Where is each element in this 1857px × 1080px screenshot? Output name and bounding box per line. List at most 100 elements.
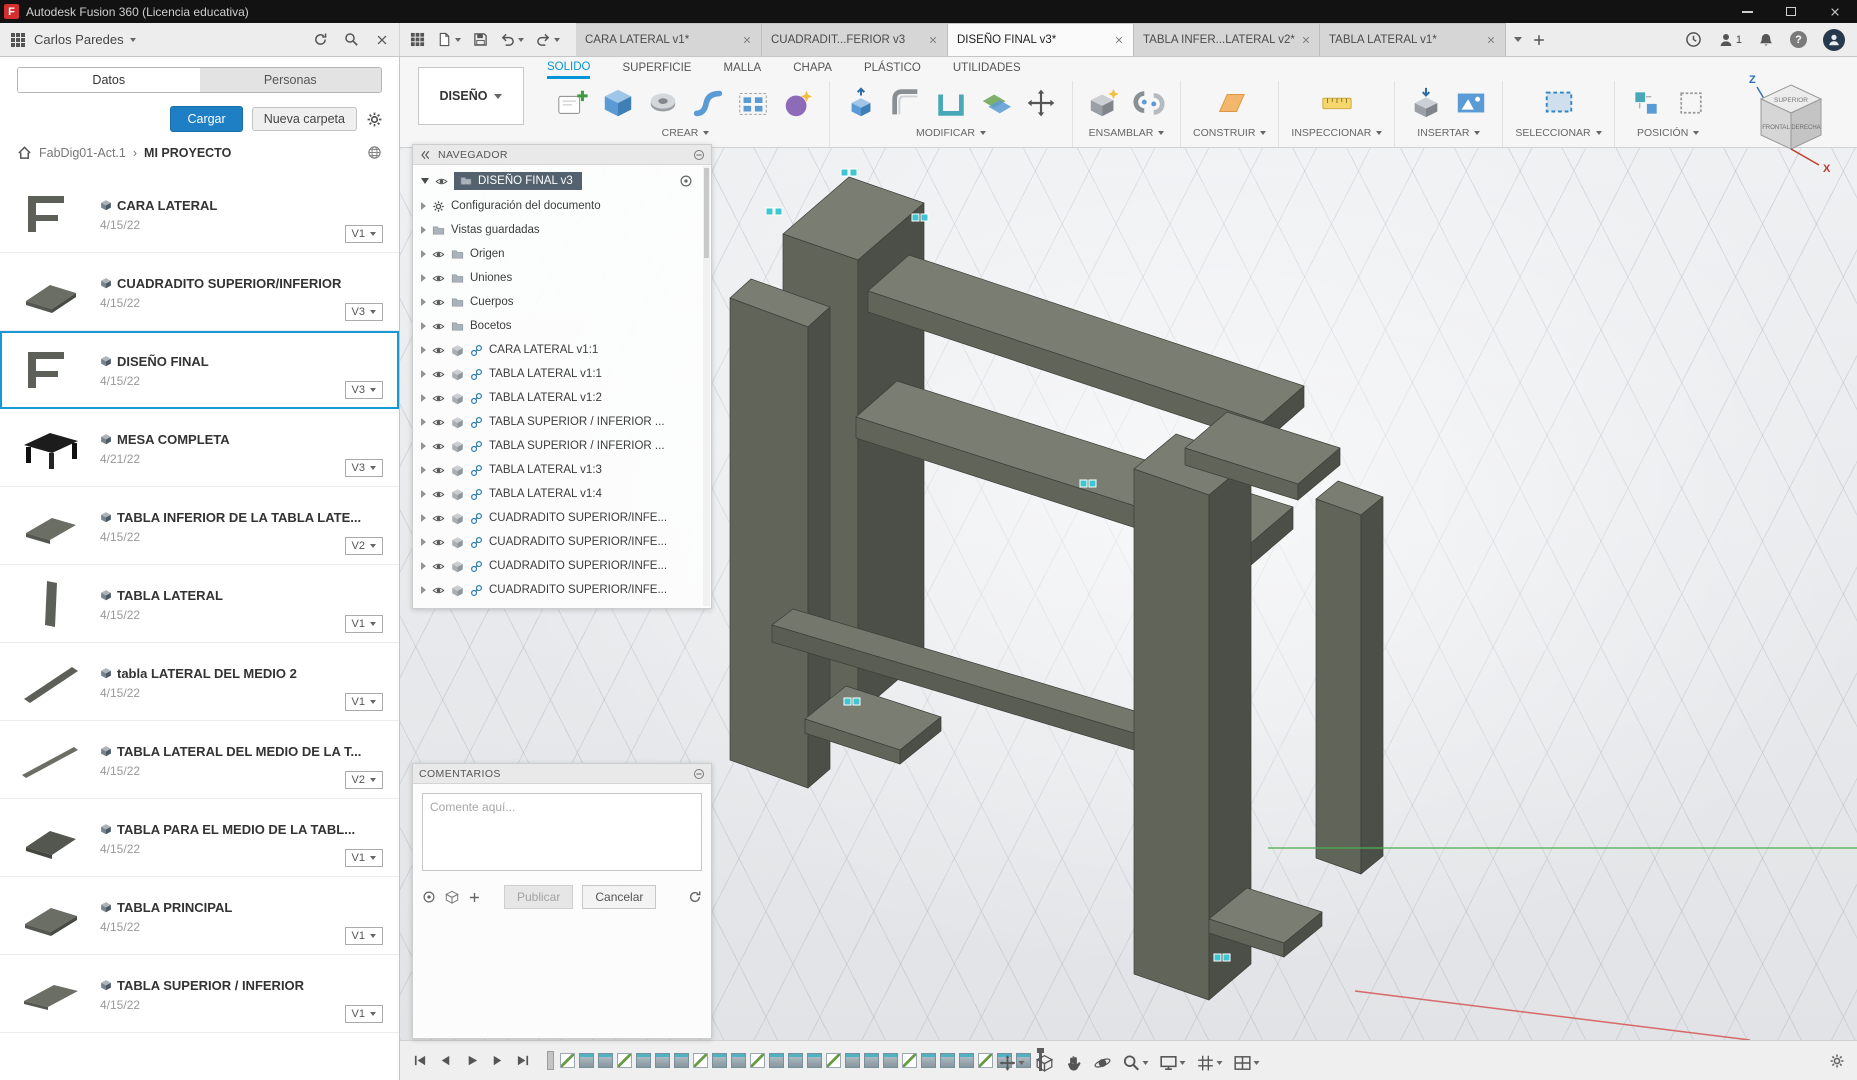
version-badge[interactable]: V3: [344, 459, 383, 477]
group-label[interactable]: CONSTRUIR: [1193, 127, 1267, 139]
group-label[interactable]: MODIFICAR: [916, 127, 986, 139]
timeline-slider-handle[interactable]: [547, 1051, 554, 1070]
timeline-extrude-feature[interactable]: [636, 1053, 651, 1068]
timeline-sketch-feature[interactable]: [617, 1053, 632, 1068]
tree-node[interactable]: Uniones: [417, 266, 701, 290]
close-tab-icon[interactable]: [1486, 35, 1496, 45]
view-cube[interactable]: Z SUPERIOR FRONTAL DERECHA X: [1727, 65, 1847, 177]
tree-root[interactable]: DISEÑO FINAL v3: [417, 168, 701, 194]
timeline-extrude-feature[interactable]: [579, 1053, 594, 1068]
construction-plane-icon[interactable]: [1211, 83, 1249, 123]
redo-button[interactable]: [536, 32, 560, 47]
timeline-sketch-feature[interactable]: [978, 1053, 993, 1068]
cube-top-label[interactable]: SUPERIOR: [1774, 97, 1808, 104]
list-item[interactable]: TABLA SUPERIOR / INFERIOR 4/15/22 V1: [0, 955, 399, 1033]
create-sketch-icon[interactable]: [554, 83, 592, 123]
revolve-icon[interactable]: [644, 83, 682, 123]
eye-icon[interactable]: [432, 512, 445, 525]
move-icon[interactable]: [1022, 83, 1060, 123]
version-badge[interactable]: V3: [344, 381, 383, 399]
list-item[interactable]: MESA COMPLETA 4/21/22 V3: [0, 409, 399, 487]
publish-button[interactable]: Publicar: [504, 885, 574, 909]
insert-derive-icon[interactable]: [1407, 83, 1445, 123]
tree-node-component[interactable]: CARA LATERAL v1:1: [417, 338, 701, 362]
list-item[interactable]: TABLA PARA EL MEDIO DE LA TABL... 4/15/22…: [0, 799, 399, 877]
canvas-image-icon[interactable]: [1452, 83, 1490, 123]
timeline-extrude-feature[interactable]: [788, 1053, 803, 1068]
tab-personas[interactable]: Personas: [199, 68, 381, 92]
save-button[interactable]: [473, 32, 488, 47]
skip-to-end-icon[interactable]: [516, 1053, 531, 1068]
close-tab-icon[interactable]: [1114, 35, 1124, 45]
minimize-button[interactable]: [1725, 0, 1769, 23]
tree-node-component[interactable]: TABLA LATERAL v1:1: [417, 362, 701, 386]
timeline-extrude-feature[interactable]: [674, 1053, 689, 1068]
group-label[interactable]: INSERTAR: [1417, 127, 1481, 139]
list-item[interactable]: TABLA INFERIOR DE LA TABLA LATE... 4/15/2…: [0, 487, 399, 565]
user-avatar[interactable]: [1823, 28, 1845, 51]
timeline-extrude-feature[interactable]: [655, 1053, 670, 1068]
group-label[interactable]: INSPECCIONAR: [1291, 127, 1383, 139]
maximize-button[interactable]: [1769, 0, 1813, 23]
tab-malla[interactable]: MALLA: [723, 57, 761, 79]
eye-icon[interactable]: [432, 584, 445, 597]
tree-node-component[interactable]: TABLA SUPERIOR / INFERIOR ...: [417, 434, 701, 458]
tab-chapa[interactable]: CHAPA: [793, 57, 832, 79]
timeline-extrude-feature[interactable]: [864, 1053, 879, 1068]
timeline-extrude-feature[interactable]: [712, 1053, 727, 1068]
breadcrumb-folder[interactable]: MI PROYECTO: [144, 146, 231, 160]
eye-icon[interactable]: [432, 248, 445, 261]
panel-scrollbar[interactable]: [703, 166, 710, 606]
revert-position-icon[interactable]: [1672, 83, 1710, 123]
doc-tab[interactable]: CARA LATERAL v1*: [576, 23, 762, 56]
group-label[interactable]: ENSAMBLAR: [1089, 127, 1165, 139]
timeline-extrude-feature[interactable]: [598, 1053, 613, 1068]
pan-hand-icon[interactable]: [1064, 1054, 1082, 1072]
sweep-icon[interactable]: [689, 83, 727, 123]
timeline-sketch-feature[interactable]: [560, 1053, 575, 1068]
timeline-sketch-feature[interactable]: [826, 1053, 841, 1068]
notifications-bell-icon[interactable]: [1758, 32, 1774, 48]
timeline-extrude-feature[interactable]: [807, 1053, 822, 1068]
timeline-extrude-feature[interactable]: [940, 1053, 955, 1068]
list-item[interactable]: tabla LATERAL DEL MEDIO 2 4/15/22 V1: [0, 643, 399, 721]
skip-to-start-icon[interactable]: [412, 1053, 427, 1068]
doc-tab[interactable]: CUADRADIT...FERIOR v3: [762, 23, 948, 56]
doc-tab-active[interactable]: DISEÑO FINAL v3*: [948, 23, 1134, 56]
version-badge[interactable]: V2: [344, 537, 383, 555]
tree-node[interactable]: Bocetos: [417, 314, 701, 338]
look-at-icon[interactable]: [1035, 1054, 1053, 1072]
doc-tab[interactable]: TABLA LATERAL v1*: [1320, 23, 1506, 56]
new-folder-button[interactable]: Nueva carpeta: [251, 107, 357, 131]
grid-settings-icon[interactable]: [1196, 1054, 1222, 1072]
select-box-icon[interactable]: [1540, 83, 1578, 123]
timeline-extrude-feature[interactable]: [959, 1053, 974, 1068]
eye-icon[interactable]: [432, 392, 445, 405]
home-icon[interactable]: [17, 145, 32, 160]
doc-tab[interactable]: TABLA INFER...LATERAL v2*: [1134, 23, 1320, 56]
free-orbit-icon[interactable]: [998, 1054, 1024, 1072]
help-icon[interactable]: ?: [1790, 31, 1807, 48]
box-icon[interactable]: [599, 83, 637, 123]
tree-node-component[interactable]: CUADRADITO SUPERIOR/INFE...: [417, 578, 701, 602]
eye-icon[interactable]: [432, 296, 445, 309]
timeline-extrude-feature[interactable]: [769, 1053, 784, 1068]
breadcrumb-project[interactable]: FabDig01-Act.1: [39, 146, 126, 160]
tab-utilidades[interactable]: UTILIDADES: [953, 57, 1021, 79]
version-badge[interactable]: V1: [344, 927, 383, 945]
combine-icon[interactable]: [977, 83, 1015, 123]
list-item[interactable]: CARA LATERAL 4/15/22 V1: [0, 175, 399, 253]
job-status-icon[interactable]: [1685, 31, 1702, 48]
refresh-comments-icon[interactable]: [688, 890, 702, 904]
cube-right-label[interactable]: DERECHA: [1791, 125, 1820, 131]
version-badge[interactable]: V1: [344, 849, 383, 867]
version-badge[interactable]: V1: [344, 615, 383, 633]
new-component-icon[interactable]: [1085, 83, 1123, 123]
tree-node-component[interactable]: TABLA LATERAL v1:2: [417, 386, 701, 410]
create-form-icon[interactable]: [779, 83, 817, 123]
eye-icon[interactable]: [432, 344, 445, 357]
timeline-sketch-feature[interactable]: [693, 1053, 708, 1068]
eye-icon[interactable]: [432, 488, 445, 501]
list-item[interactable]: TABLA LATERAL 4/15/22 V1: [0, 565, 399, 643]
cancel-button[interactable]: Cancelar: [582, 885, 657, 909]
